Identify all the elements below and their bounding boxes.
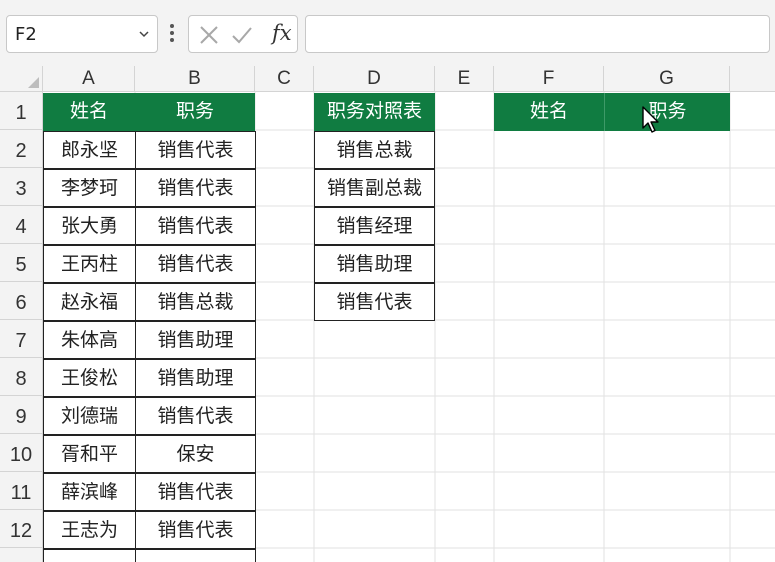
table-a-cell-name[interactable]: 赵永福 (43, 283, 136, 321)
column-header-a[interactable]: A (43, 66, 135, 92)
table-a-cell-partial[interactable] (43, 549, 136, 562)
table-a-cell-name[interactable]: 朱体高 (43, 321, 136, 359)
lookup-table-item[interactable]: 销售总裁 (314, 131, 435, 169)
table-a-cell-title[interactable]: 销售代表 (135, 131, 256, 169)
row-header-12[interactable]: 12 (0, 510, 43, 548)
row-header-5[interactable]: 5 (0, 244, 43, 282)
row-header-11[interactable]: 11 (0, 472, 43, 510)
row-header-8[interactable]: 8 (0, 358, 43, 396)
row-header-6[interactable]: 6 (0, 282, 43, 320)
table-a-cell-name[interactable]: 刘德瑞 (43, 397, 136, 435)
name-box-value: F2 (15, 24, 37, 45)
more-options-icon[interactable] (169, 24, 175, 44)
table-a-cell-title[interactable]: 销售总裁 (135, 283, 256, 321)
table-a-cell-name[interactable]: 王丙柱 (43, 245, 136, 283)
column-header-h[interactable] (730, 66, 775, 92)
cancel-icon[interactable] (198, 24, 220, 46)
column-header-b[interactable]: B (135, 66, 255, 92)
lookup-table-header[interactable]: 职务对照表 (314, 93, 435, 131)
table-a-cell-name[interactable]: 张大勇 (43, 207, 136, 245)
row-header-3[interactable]: 3 (0, 168, 43, 206)
table-a-cell-title[interactable]: 销售代表 (135, 245, 256, 283)
enter-check-icon[interactable] (231, 24, 253, 46)
table-a-header-title[interactable]: 职务 (135, 93, 255, 131)
table-a-cell-title[interactable]: 销售助理 (135, 321, 256, 359)
chevron-down-icon[interactable] (139, 29, 149, 39)
table-a-cell-name[interactable]: 薛滨峰 (43, 473, 136, 511)
formula-input[interactable] (305, 15, 770, 53)
lookup-table-item[interactable]: 销售代表 (314, 283, 435, 321)
insert-function-button[interactable]: fx (272, 21, 292, 45)
table-a-cell-name[interactable]: 李梦珂 (43, 169, 136, 207)
select-all-button[interactable] (0, 66, 43, 92)
row-header-2[interactable]: 2 (0, 130, 43, 168)
table-a-header-name[interactable]: 姓名 (43, 93, 135, 131)
lookup-table-item[interactable]: 销售副总裁 (314, 169, 435, 207)
table-a-cell-title[interactable]: 销售代表 (135, 511, 256, 549)
column-header-g[interactable]: G (604, 66, 730, 92)
row-header-7[interactable]: 7 (0, 320, 43, 358)
table-a-cell-name[interactable]: 王志为 (43, 511, 136, 549)
column-header-f[interactable]: F (494, 66, 604, 92)
row-header-9[interactable]: 9 (0, 396, 43, 434)
column-header-e[interactable]: E (435, 66, 494, 92)
table-a-cell-name[interactable]: 胥和平 (43, 435, 136, 473)
row-header-4[interactable]: 4 (0, 206, 43, 244)
lookup-table-item[interactable]: 销售经理 (314, 207, 435, 245)
mouse-pointer-icon (642, 106, 659, 133)
table-a-cell-name[interactable]: 郎永坚 (43, 131, 136, 169)
lookup-table-item[interactable]: 销售助理 (314, 245, 435, 283)
formula-buttons: fx (188, 15, 298, 53)
table-a-cell-name[interactable]: 王俊松 (43, 359, 136, 397)
table-a-cell-title[interactable]: 销售代表 (135, 397, 256, 435)
row-header-1[interactable]: 1 (0, 92, 43, 130)
name-box[interactable]: F2 (6, 15, 158, 53)
table-a-cell-title[interactable]: 销售代表 (135, 473, 256, 511)
table-a-cell-title[interactable]: 销售助理 (135, 359, 256, 397)
column-header-d[interactable]: D (314, 66, 435, 92)
column-header-c[interactable]: C (255, 66, 314, 92)
table-a-cell-title[interactable]: 保安 (135, 435, 256, 473)
table-a-cell-partial[interactable] (135, 549, 256, 562)
result-header-name[interactable]: 姓名 (494, 93, 604, 131)
result-header-title[interactable]: 职务 (604, 93, 730, 131)
row-header-13[interactable] (0, 548, 43, 562)
formula-bar: F2 fx (0, 0, 775, 66)
table-a-cell-title[interactable]: 销售代表 (135, 207, 256, 245)
table-a-cell-title[interactable]: 销售代表 (135, 169, 256, 207)
row-header-10[interactable]: 10 (0, 434, 43, 472)
